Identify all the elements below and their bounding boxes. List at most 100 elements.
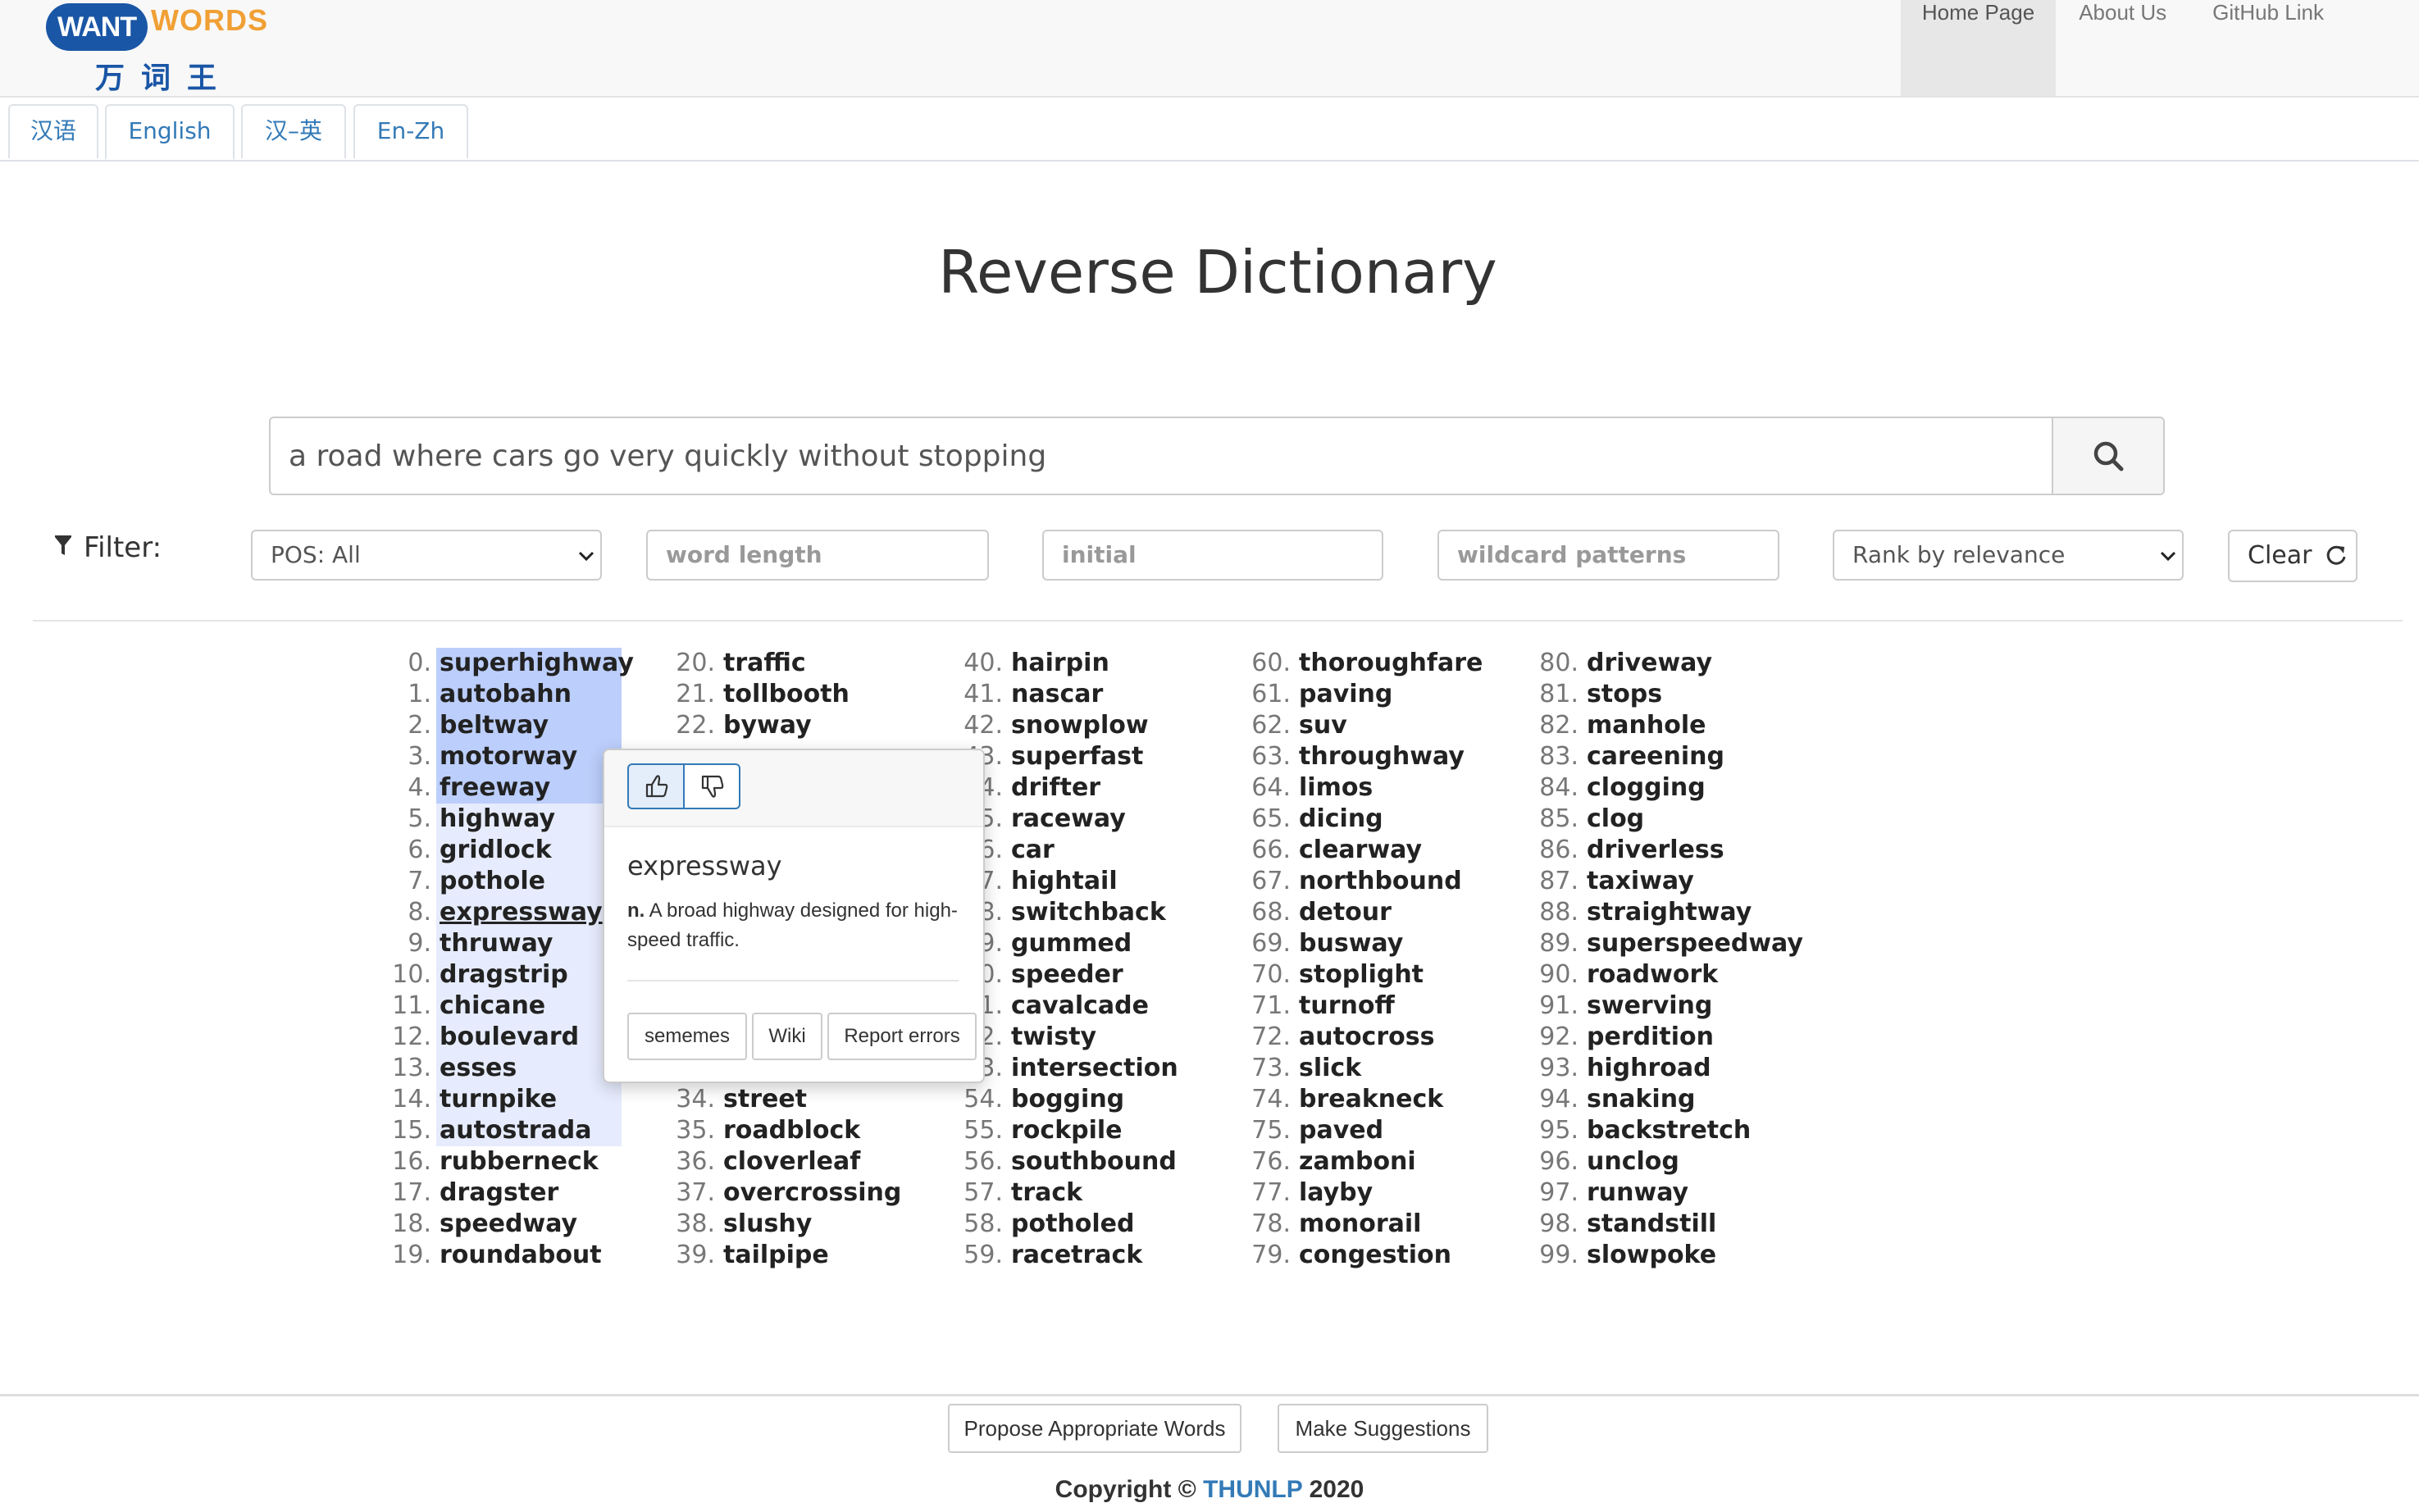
result-word[interactable]: byway — [723, 711, 812, 740]
result-item[interactable]: 93. highroad — [1529, 1053, 1803, 1084]
result-word[interactable]: busway — [1299, 929, 1403, 958]
result-item[interactable]: 80. driveway — [1529, 648, 1803, 679]
result-item[interactable]: 68. detour — [1241, 897, 1483, 928]
rank-select[interactable]: Rank by relevance — [1833, 530, 2184, 581]
result-item[interactable]: 86. driverless — [1529, 835, 1803, 866]
result-word[interactable]: tollbooth — [723, 680, 850, 708]
result-item[interactable]: 58. potholed — [954, 1209, 1178, 1240]
result-item[interactable]: 97. runway — [1529, 1177, 1803, 1209]
result-word[interactable]: highway — [440, 804, 555, 833]
result-item[interactable]: 47.hightail — [954, 866, 1178, 897]
result-word[interactable]: boulevard — [440, 1022, 579, 1051]
result-item[interactable]: 41. nascar — [954, 679, 1178, 710]
result-item[interactable]: 95. backstretch — [1529, 1115, 1803, 1146]
result-item[interactable]: 91. swerving — [1529, 991, 1803, 1022]
report-errors-button[interactable]: Report errors — [827, 1013, 977, 1060]
nav-github-link[interactable]: GitHub Link — [2189, 0, 2419, 96]
result-word[interactable]: twisty — [1011, 1022, 1096, 1051]
result-word[interactable]: rubberneck — [440, 1147, 599, 1176]
result-word[interactable]: street — [723, 1085, 807, 1114]
result-word[interactable]: stops — [1587, 680, 1662, 708]
result-word[interactable]: gridlock — [440, 836, 552, 864]
result-word[interactable]: esses — [440, 1054, 517, 1082]
result-item[interactable]: 90. roadwork — [1529, 959, 1803, 991]
result-item[interactable]: 98. standstill — [1529, 1209, 1803, 1240]
result-word[interactable]: autobahn — [440, 680, 572, 708]
result-word[interactable]: hairpin — [1011, 649, 1109, 677]
result-item[interactable]: 56. southbound — [954, 1146, 1178, 1177]
result-word[interactable]: paved — [1299, 1116, 1383, 1145]
thumbs-down-button[interactable] — [683, 763, 740, 809]
result-word[interactable]: driveway — [1587, 649, 1712, 677]
result-item[interactable]: 53.intersection — [954, 1053, 1178, 1084]
result-item[interactable]: 37. overcrossing — [666, 1177, 901, 1209]
result-word[interactable]: thoroughfare — [1299, 649, 1483, 677]
result-word[interactable]: rockpile — [1011, 1116, 1123, 1145]
result-word[interactable]: roundabout — [440, 1241, 602, 1269]
result-item[interactable]: 64. limos — [1241, 772, 1483, 804]
result-word[interactable]: straightway — [1587, 898, 1752, 927]
result-word[interactable]: overcrossing — [723, 1178, 901, 1207]
result-word[interactable]: thruway — [440, 929, 553, 958]
result-item[interactable]: 18. speedway — [385, 1209, 634, 1240]
result-word[interactable]: autostrada — [440, 1116, 592, 1145]
result-item[interactable]: 75. paved — [1241, 1115, 1483, 1146]
result-item[interactable]: 72. autocross — [1241, 1022, 1483, 1053]
result-word[interactable]: beltway — [440, 711, 549, 740]
result-word[interactable]: snowplow — [1011, 711, 1149, 740]
result-word[interactable]: traffic — [723, 649, 806, 677]
result-item[interactable]: 67. northbound — [1241, 866, 1483, 897]
result-item[interactable]: 70. stoplight — [1241, 959, 1483, 991]
initial-input[interactable]: initial — [1042, 530, 1383, 581]
wiki-button[interactable]: Wiki — [752, 1013, 822, 1060]
result-item[interactable]: 55. rockpile — [954, 1115, 1178, 1146]
result-item[interactable]: 12. boulevard — [385, 1022, 634, 1053]
result-word[interactable]: superhighway — [440, 649, 634, 677]
result-item[interactable]: 51.cavalcade — [954, 991, 1178, 1022]
result-item[interactable]: 83. careening — [1529, 741, 1803, 772]
result-item[interactable]: 89. superspeedway — [1529, 928, 1803, 959]
result-item[interactable]: 59. racetrack — [954, 1240, 1178, 1271]
result-item[interactable]: 96. unclog — [1529, 1146, 1803, 1177]
result-item[interactable]: 2. beltway — [385, 710, 634, 741]
result-word[interactable]: expressway — [440, 898, 603, 927]
result-item[interactable]: 87. taxiway — [1529, 866, 1803, 897]
logo[interactable]: WANT WORDS 万词王 — [46, 3, 284, 95]
result-word[interactable]: switchback — [1011, 898, 1166, 927]
result-word[interactable]: taxiway — [1587, 867, 1694, 895]
result-item[interactable]: 14. turnpike — [385, 1084, 634, 1115]
result-item[interactable]: 62. suv — [1241, 710, 1483, 741]
result-word[interactable]: backstretch — [1587, 1116, 1751, 1145]
result-word[interactable]: snaking — [1587, 1085, 1696, 1114]
result-word[interactable]: highroad — [1587, 1054, 1711, 1082]
result-item[interactable]: 69. busway — [1241, 928, 1483, 959]
result-item[interactable]: 40. hairpin — [954, 648, 1178, 679]
result-item[interactable]: 21. tollbooth — [666, 679, 901, 710]
result-word[interactable]: potholed — [1011, 1209, 1135, 1238]
result-item[interactable]: 49.gummed — [954, 928, 1178, 959]
result-word[interactable]: nascar — [1011, 680, 1103, 708]
result-word[interactable]: slick — [1299, 1054, 1361, 1082]
result-word[interactable]: gummed — [1011, 929, 1132, 958]
result-item[interactable]: 6. gridlock — [385, 835, 634, 866]
result-item[interactable]: 71. turnoff — [1241, 991, 1483, 1022]
result-item[interactable]: 22. byway — [666, 710, 901, 741]
result-item[interactable]: 38. slushy — [666, 1209, 901, 1240]
result-word[interactable]: motorway — [440, 742, 577, 771]
result-word[interactable]: track — [1011, 1178, 1082, 1207]
result-word[interactable]: runway — [1587, 1178, 1688, 1207]
result-item[interactable]: 82. manhole — [1529, 710, 1803, 741]
result-word[interactable]: bogging — [1011, 1085, 1124, 1114]
word-length-input[interactable]: word length — [646, 530, 989, 581]
result-item[interactable]: 79. congestion — [1241, 1240, 1483, 1271]
result-item[interactable]: 48.switchback — [954, 897, 1178, 928]
result-item[interactable]: 60. thoroughfare — [1241, 648, 1483, 679]
result-word[interactable]: manhole — [1587, 711, 1706, 740]
result-item[interactable]: 7. pothole — [385, 866, 634, 897]
result-word[interactable]: dicing — [1299, 804, 1383, 833]
result-word[interactable]: breakneck — [1299, 1085, 1443, 1114]
nav-about-us[interactable]: About Us — [2056, 0, 2189, 96]
result-item[interactable]: 13. esses — [385, 1053, 634, 1084]
result-item[interactable]: 10. dragstrip — [385, 959, 634, 991]
result-word[interactable]: southbound — [1011, 1147, 1177, 1176]
